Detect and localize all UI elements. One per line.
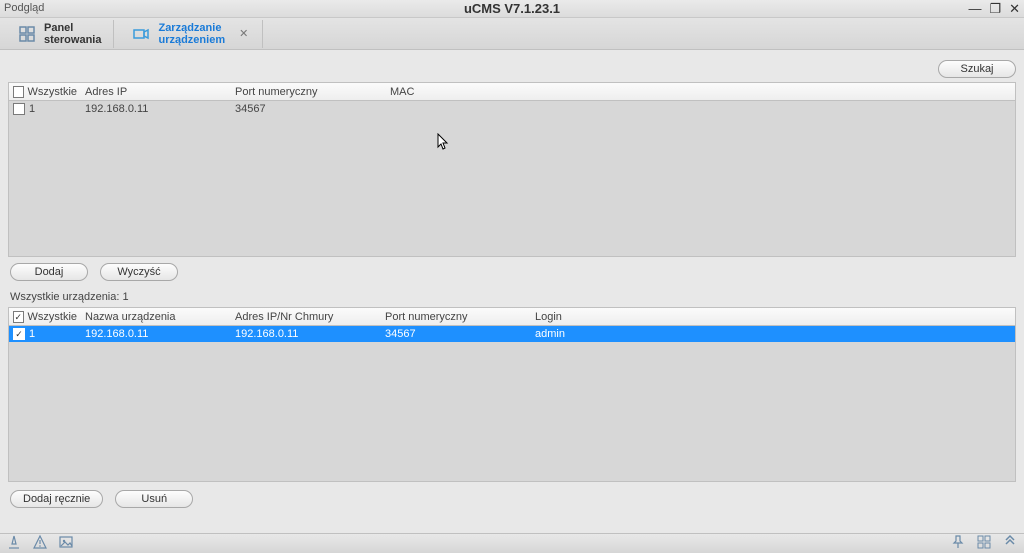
col-mac: MAC bbox=[386, 86, 1015, 98]
titlebar-left-label: Podgląd bbox=[4, 2, 44, 14]
all-devices-label: Wszystkie urządzenia: 1 bbox=[10, 291, 1016, 303]
row-login: admin bbox=[531, 328, 1015, 340]
grid-small-icon[interactable] bbox=[976, 534, 992, 553]
add-manual-button[interactable]: Dodaj ręcznie bbox=[10, 490, 103, 508]
row-name: 192.168.0.11 bbox=[81, 328, 231, 340]
main-content: Szukaj Wszystkie Adres IP Port numeryczn… bbox=[0, 50, 1024, 508]
row-checkbox[interactable] bbox=[13, 103, 25, 115]
tabbar: Panel sterowania Zarządzanie urządzeniem… bbox=[0, 18, 1024, 50]
close-button[interactable]: ✕ bbox=[1009, 1, 1020, 17]
row-num: 1 bbox=[29, 103, 35, 115]
tab-device-management[interactable]: Zarządzanie urządzeniem ✕ bbox=[120, 20, 263, 48]
row-num: 1 bbox=[29, 328, 35, 340]
row-port: 34567 bbox=[381, 328, 531, 340]
table-row[interactable]: 1 192.168.0.11 192.168.0.11 34567 admin bbox=[9, 326, 1015, 342]
row-checkbox[interactable] bbox=[13, 328, 25, 340]
app-title: uCMS V7.1.23.1 bbox=[464, 1, 560, 16]
select-all-checkbox[interactable] bbox=[13, 86, 24, 98]
devices-actions: Dodaj ręcznie Usuń bbox=[8, 490, 1016, 508]
row-ip: 192.168.0.11 bbox=[81, 103, 231, 115]
col-all: Wszystkie bbox=[28, 311, 78, 323]
tab-control-panel[interactable]: Panel sterowania bbox=[6, 20, 114, 48]
col-all: Wszystkie bbox=[28, 86, 78, 98]
restore-button[interactable]: ❐ bbox=[989, 1, 1001, 17]
tab-label: Zarządzanie urządzeniem bbox=[158, 22, 225, 46]
table-body: 1 192.168.0.11 34567 bbox=[9, 101, 1015, 256]
col-name: Nazwa urządzenia bbox=[81, 311, 231, 323]
table-header: Wszystkie Nazwa urządzenia Adres IP/Nr C… bbox=[9, 308, 1015, 326]
table-row[interactable]: 1 192.168.0.11 34567 bbox=[9, 101, 1015, 117]
row-ipcloud: 192.168.0.11 bbox=[231, 328, 381, 340]
search-button[interactable]: Szukaj bbox=[938, 60, 1016, 78]
collapse-icon[interactable] bbox=[1002, 534, 1018, 553]
select-all-checkbox[interactable] bbox=[13, 311, 24, 323]
discovered-devices-table: Wszystkie Adres IP Port numeryczny MAC 1… bbox=[8, 82, 1016, 257]
tab-close-icon[interactable]: ✕ bbox=[237, 27, 250, 40]
col-port: Port numeryczny bbox=[381, 311, 531, 323]
all-devices-table: Wszystkie Nazwa urządzenia Adres IP/Nr C… bbox=[8, 307, 1016, 482]
delete-button[interactable]: Usuń bbox=[115, 490, 193, 508]
tab-label: Panel sterowania bbox=[44, 22, 101, 46]
camera-icon bbox=[132, 25, 150, 43]
discovered-actions: Dodaj Wyczyść bbox=[8, 263, 1016, 281]
window-controls: — ❐ ✕ bbox=[968, 1, 1020, 17]
beacon-icon[interactable] bbox=[6, 534, 22, 553]
grid-icon bbox=[18, 25, 36, 43]
col-port: Port numeryczny bbox=[231, 86, 386, 98]
image-icon[interactable] bbox=[58, 534, 74, 553]
row-port: 34567 bbox=[231, 103, 386, 115]
col-ip: Adres IP bbox=[81, 86, 231, 98]
alert-icon[interactable] bbox=[32, 534, 48, 553]
col-login: Login bbox=[531, 311, 1015, 323]
add-button[interactable]: Dodaj bbox=[10, 263, 88, 281]
col-ipcloud: Adres IP/Nr Chmury bbox=[231, 311, 381, 323]
table-header: Wszystkie Adres IP Port numeryczny MAC bbox=[9, 83, 1015, 101]
search-row: Szukaj bbox=[8, 60, 1016, 78]
minimize-button[interactable]: — bbox=[968, 1, 981, 17]
table-body: 1 192.168.0.11 192.168.0.11 34567 admin bbox=[9, 326, 1015, 481]
titlebar: Podgląd uCMS V7.1.23.1 — ❐ ✕ bbox=[0, 0, 1024, 18]
clear-button[interactable]: Wyczyść bbox=[100, 263, 178, 281]
pin-icon[interactable] bbox=[950, 534, 966, 553]
statusbar bbox=[0, 533, 1024, 553]
